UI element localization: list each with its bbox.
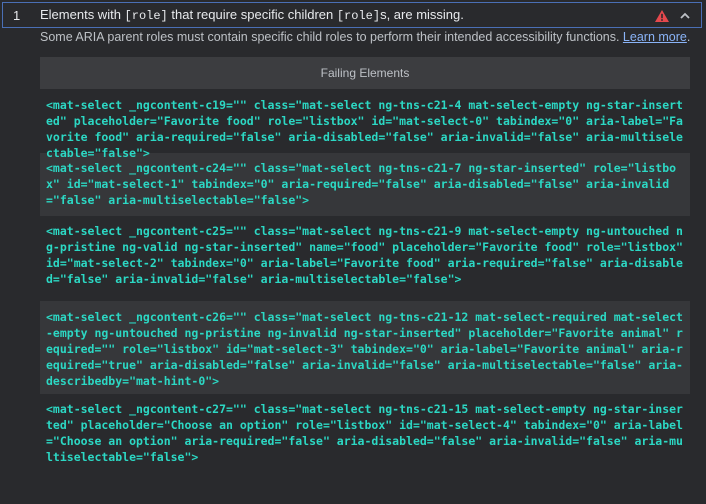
audit-title-middle: that require specific children	[167, 7, 337, 22]
audit-title-suffix: s, are missing.	[380, 7, 464, 22]
learn-more-link[interactable]: Learn more	[623, 30, 687, 44]
failing-element-row[interactable]: <mat-select _ngcontent-c25="" class="mat…	[40, 216, 690, 301]
failing-element-row[interactable]: <mat-select _ngcontent-c27="" class="mat…	[40, 394, 690, 474]
failing-element-row[interactable]: <mat-select _ngcontent-c19="" class="mat…	[40, 89, 690, 160]
audit-description-period: .	[686, 30, 691, 44]
audit-title-code-role: [role]	[124, 9, 168, 23]
table-header: Failing Elements	[40, 57, 690, 89]
audit-index: 1	[13, 7, 21, 23]
audit-description-text: Some ARIA parent roles must contain spec…	[40, 30, 623, 44]
chevron-up-icon[interactable]	[679, 9, 691, 21]
audit-title: Elements with [role] that require specif…	[40, 7, 655, 23]
failing-elements-table: Failing Elements <mat-select _ngcontent-…	[40, 57, 690, 474]
fail-triangle-icon	[655, 9, 669, 22]
audit-title-code-role-children: [role]	[336, 9, 381, 23]
audit-title-prefix: Elements with	[40, 7, 125, 22]
failing-element-row[interactable]: <mat-select _ngcontent-c24="" class="mat…	[40, 153, 690, 216]
audit-description: Some ARIA parent roles must contain spec…	[40, 30, 690, 44]
audit-header[interactable]: 1 Elements with [role] that require spec…	[2, 2, 702, 28]
failing-element-row[interactable]: <mat-select _ngcontent-c26="" class="mat…	[40, 301, 690, 394]
